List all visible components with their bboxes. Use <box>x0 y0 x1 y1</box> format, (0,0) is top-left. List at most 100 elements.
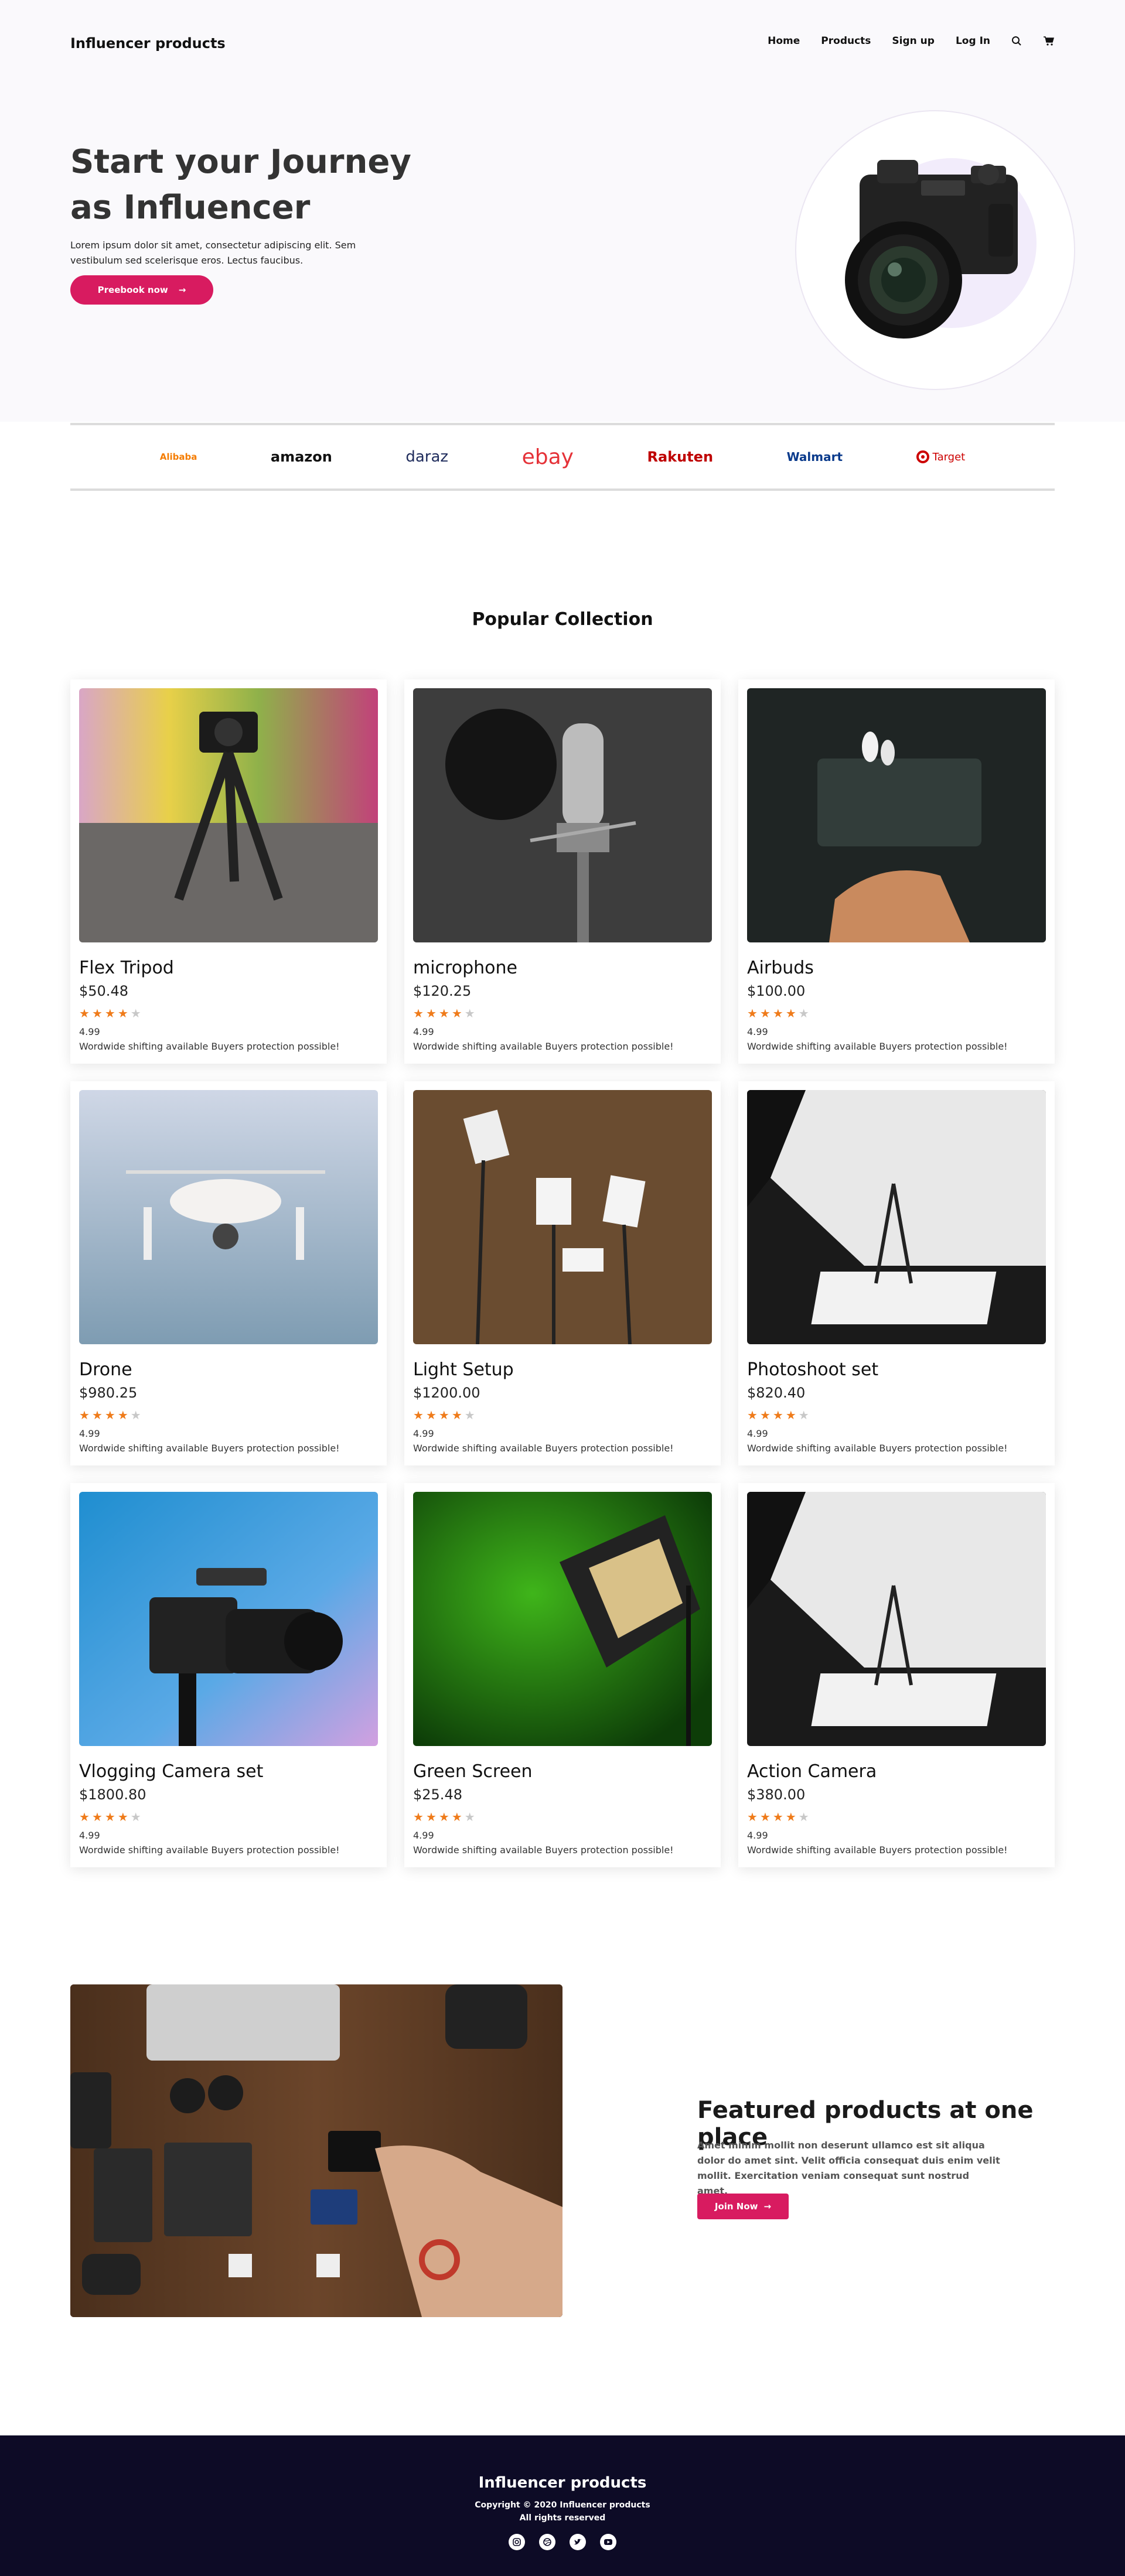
product-image-action-camera[interactable] <box>747 1492 1046 1746</box>
product-card[interactable]: Airbuds $100.00 ★ ★ ★ ★ ★ 4.99 Wordwide shif… <box>738 679 1055 1064</box>
star-icon: ★ <box>130 1810 141 1824</box>
star-icon: ★ <box>425 1408 437 1422</box>
product-name[interactable]: Action Camera <box>747 1761 1046 1782</box>
rights-line: All rights reserved <box>519 2513 606 2523</box>
brand-logo[interactable]: Influencer products <box>70 35 226 52</box>
product-name[interactable]: Vlogging Camera set <box>79 1761 378 1782</box>
arrow-right-icon: → <box>763 2201 772 2212</box>
shipping-note: Wordwide shifting available Buyers prote… <box>413 1041 674 1052</box>
youtube-icon[interactable] <box>600 2534 616 2550</box>
product-card[interactable]: Drone $980.25 ★ ★ ★ ★ ★ 4.99 Wordwide shifti… <box>70 1081 387 1465</box>
top-nav: Influencer products Home Products Sign u… <box>0 0 1125 88</box>
star-icon: ★ <box>425 1810 437 1824</box>
product-name[interactable]: Drone <box>79 1359 378 1380</box>
nav-link-login[interactable]: Log In <box>956 35 990 47</box>
product-image-photoshoot-set[interactable] <box>747 1090 1046 1344</box>
footer: Influencer products Copyright © 2020 Inf… <box>0 2435 1125 2576</box>
brand-logo-alibaba: Alibaba <box>159 452 197 462</box>
rating-value: 4.99 <box>413 1830 434 1841</box>
star-icon: ★ <box>747 1810 758 1824</box>
nav-link-home[interactable]: Home <box>768 35 800 47</box>
target-bullseye-icon <box>916 450 929 463</box>
star-icon: ★ <box>104 1408 115 1422</box>
product-price: $25.48 <box>413 1786 462 1803</box>
shipping-note: Wordwide shifting available Buyers prote… <box>413 1844 674 1856</box>
product-price: $820.40 <box>747 1385 806 1401</box>
product-image-airbuds[interactable] <box>747 688 1046 942</box>
rating-value: 4.99 <box>79 1026 100 1037</box>
star-icon: ★ <box>798 1810 809 1824</box>
star-icon: ★ <box>464 1408 475 1422</box>
brand-logo-target-label: Target <box>932 450 966 463</box>
star-rating: ★ ★ ★ ★ ★ <box>413 1409 712 1421</box>
product-name[interactable]: Flex Tripod <box>79 958 378 978</box>
social-links <box>0 2534 1125 2550</box>
star-icon: ★ <box>425 1006 437 1020</box>
product-image-microphone[interactable] <box>413 688 712 942</box>
join-now-button[interactable]: Join Now → <box>697 2194 789 2219</box>
product-price: $120.25 <box>413 983 472 999</box>
star-rating: ★ ★ ★ ★ ★ <box>413 1811 712 1823</box>
popular-collection-title: Popular Collection <box>472 609 653 630</box>
product-card[interactable]: Light Setup $1200.00 ★ ★ ★ ★ ★ 4.99 Wordwide… <box>404 1081 721 1465</box>
star-icon: ★ <box>79 1810 90 1824</box>
product-name[interactable]: microphone <box>413 958 712 978</box>
star-icon: ★ <box>117 1006 128 1020</box>
star-icon: ★ <box>785 1810 796 1824</box>
rating-value: 4.99 <box>79 1830 100 1841</box>
featured-image <box>70 1984 562 2317</box>
product-name[interactable]: Airbuds <box>747 958 1046 978</box>
star-icon: ★ <box>759 1810 771 1824</box>
product-name[interactable]: Photoshoot set <box>747 1359 1046 1380</box>
product-card[interactable]: Flex Tripod $50.48 ★ ★ ★ ★ ★ 4.99 Wordwide s… <box>70 679 387 1064</box>
product-card[interactable]: Photoshoot set $820.40 ★ ★ ★ ★ ★ 4.99 Wordwi… <box>738 1081 1055 1465</box>
preebook-button[interactable]: Preebook now → <box>70 275 213 305</box>
star-rating: ★ ★ ★ ★ ★ <box>79 1007 378 1019</box>
product-price: $380.00 <box>747 1786 806 1803</box>
star-rating: ★ ★ ★ ★ ★ <box>747 1007 1046 1019</box>
product-image-light-setup[interactable] <box>413 1090 712 1344</box>
product-price: $50.48 <box>79 983 128 999</box>
star-icon: ★ <box>413 1006 424 1020</box>
product-image-green-screen[interactable] <box>413 1492 712 1746</box>
product-card[interactable]: Green Screen $25.48 ★ ★ ★ ★ ★ 4.99 Wordwide … <box>404 1483 721 1867</box>
product-name[interactable]: Light Setup <box>413 1359 712 1380</box>
product-image-drone[interactable] <box>79 1090 378 1344</box>
star-icon: ★ <box>130 1408 141 1422</box>
star-rating: ★ ★ ★ ★ ★ <box>747 1409 1046 1421</box>
product-price: $100.00 <box>747 983 806 999</box>
product-card[interactable]: microphone $120.25 ★ ★ ★ ★ ★ 4.99 Wordwide s… <box>404 679 721 1064</box>
instagram-icon[interactable] <box>509 2534 525 2550</box>
rating-value: 4.99 <box>413 1428 434 1439</box>
product-image-tripod[interactable] <box>79 688 378 942</box>
product-price: $980.25 <box>79 1385 138 1401</box>
dribbble-icon[interactable] <box>539 2534 555 2550</box>
brand-logos-strip: Alibaba amazon daraz ebay Rakuten Walmar… <box>70 423 1055 491</box>
twitter-icon[interactable] <box>570 2534 586 2550</box>
join-now-label: Join Now <box>714 2201 758 2212</box>
shipping-note: Wordwide shifting available Buyers prote… <box>747 1443 1008 1454</box>
star-icon: ★ <box>79 1408 90 1422</box>
rating-value: 4.99 <box>79 1428 100 1439</box>
camera-icon <box>845 160 1018 339</box>
star-icon: ★ <box>759 1408 771 1422</box>
nav-link-signup[interactable]: Sign up <box>892 35 935 47</box>
product-image-vlogging-camera[interactable] <box>79 1492 378 1746</box>
star-icon: ★ <box>451 1810 462 1824</box>
product-card[interactable]: Vlogging Camera set $1800.80 ★ ★ ★ ★ ★ 4.99 … <box>70 1483 387 1867</box>
star-icon: ★ <box>772 1810 783 1824</box>
brand-logo-rakuten: Rakuten <box>647 449 714 465</box>
star-icon: ★ <box>772 1408 783 1422</box>
star-icon: ★ <box>451 1006 462 1020</box>
cart-icon[interactable] <box>1043 36 1055 46</box>
product-card[interactable]: Action Camera $380.00 ★ ★ ★ ★ ★ 4.99 Wordwid… <box>738 1483 1055 1867</box>
star-rating: ★ ★ ★ ★ ★ <box>79 1409 378 1421</box>
brand-logo-walmart: Walmart <box>786 450 843 464</box>
product-name[interactable]: Green Screen <box>413 1761 712 1782</box>
star-icon: ★ <box>464 1810 475 1824</box>
arrow-right-icon: → <box>178 285 186 295</box>
star-icon: ★ <box>79 1006 90 1020</box>
nav-link-products[interactable]: Products <box>821 35 871 47</box>
search-icon[interactable] <box>1011 36 1022 46</box>
featured-text: Amet minim mollit non deserunt ullamco e… <box>697 2140 1000 2196</box>
